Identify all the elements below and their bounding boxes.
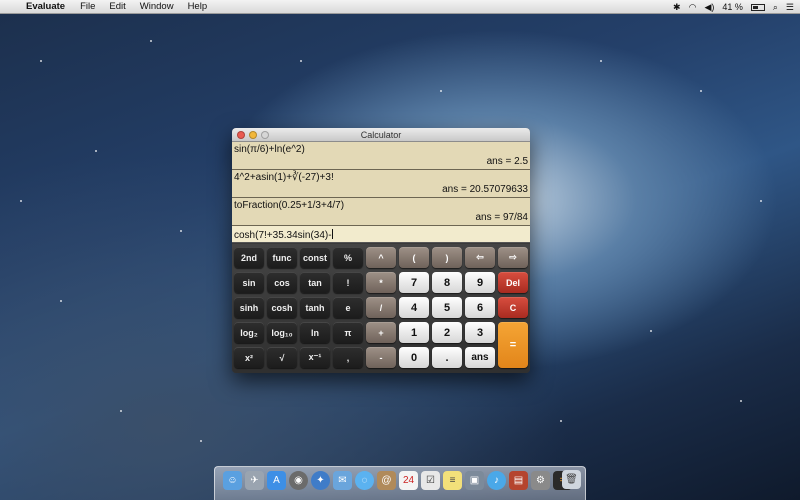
- key-3[interactable]: 3: [465, 322, 495, 343]
- photos-icon[interactable]: ▣: [465, 471, 484, 490]
- key-cosh[interactable]: cosh: [267, 297, 297, 318]
- books-icon[interactable]: ▤: [509, 471, 528, 490]
- safari-icon[interactable]: ✦: [311, 471, 330, 490]
- zoom-window-button[interactable]: [261, 131, 269, 139]
- history-expression: sin(π/6)+ln(e^2): [234, 144, 305, 155]
- notes-icon[interactable]: ≡: [443, 471, 462, 490]
- key-power[interactable]: ^: [366, 247, 396, 268]
- key-percent[interactable]: %: [333, 247, 363, 268]
- key-square[interactable]: x²: [234, 347, 264, 368]
- launchpad-icon[interactable]: ✈: [245, 471, 264, 490]
- menu-file[interactable]: File: [73, 1, 102, 12]
- expression-input[interactable]: cosh(7!+35.34sin(34)-: [232, 226, 530, 243]
- menu-edit[interactable]: Edit: [102, 1, 132, 12]
- key-6[interactable]: 6: [465, 297, 495, 318]
- history-expression: toFraction(0.25+1/3+4/7): [234, 200, 345, 211]
- bluetooth-icon[interactable]: ✱: [673, 2, 681, 13]
- menu-help[interactable]: Help: [181, 1, 215, 12]
- volume-icon[interactable]: ◀): [704, 2, 714, 13]
- key-2[interactable]: 2: [432, 322, 462, 343]
- key-7[interactable]: 7: [399, 272, 429, 293]
- history-entry[interactable]: toFraction(0.25+1/3+4/7) ans = 97/84: [232, 198, 530, 226]
- mail-icon[interactable]: ✉: [333, 471, 352, 490]
- wifi-icon[interactable]: ◠: [689, 2, 697, 13]
- key-0[interactable]: 0: [399, 347, 429, 368]
- key-minus[interactable]: -: [366, 347, 396, 368]
- key-reciprocal[interactable]: x⁻¹: [300, 347, 330, 368]
- battery-icon[interactable]: [750, 3, 765, 11]
- history-entry[interactable]: sin(π/6)+ln(e^2) ans = 2.5: [232, 142, 530, 170]
- menu-window[interactable]: Window: [133, 1, 181, 12]
- history-answer: ans = 97/84: [475, 212, 528, 223]
- key-tan[interactable]: tan: [300, 272, 330, 293]
- key-cursor-right[interactable]: ⇨: [498, 247, 528, 268]
- key-1[interactable]: 1: [399, 322, 429, 343]
- history-entry[interactable]: 4^2+asin(1)+∛(-27)+3! ans = 20.57079633: [232, 170, 530, 198]
- minimize-window-button[interactable]: [249, 131, 257, 139]
- key-sinh[interactable]: sinh: [234, 297, 264, 318]
- key-ans[interactable]: ans: [465, 347, 495, 368]
- key-plus[interactable]: +: [366, 322, 396, 343]
- trash-icon[interactable]: 🗑: [562, 470, 581, 489]
- window-title: Calculator: [360, 130, 402, 140]
- key-delete[interactable]: Del: [498, 272, 528, 293]
- expression-input-text: cosh(7!+35.34sin(34)-: [234, 230, 332, 241]
- key-sqrt[interactable]: √: [267, 347, 297, 368]
- menu-app-name[interactable]: Evaluate: [22, 1, 73, 12]
- key-cursor-left[interactable]: ⇦: [465, 247, 495, 268]
- history-answer: ans = 20.57079633: [442, 184, 528, 195]
- battery-percent[interactable]: 41 %: [722, 2, 743, 12]
- key-multiply[interactable]: *: [366, 272, 396, 293]
- reminders-icon[interactable]: ☑: [421, 471, 440, 490]
- key-divide[interactable]: /: [366, 297, 396, 318]
- calculator-window: Calculator sin(π/6)+ln(e^2) ans = 2.5 4^…: [232, 128, 530, 373]
- window-titlebar[interactable]: Calculator: [232, 128, 530, 142]
- system-preferences-icon[interactable]: ⚙: [531, 471, 550, 490]
- key-9[interactable]: 9: [465, 272, 495, 293]
- calendar-icon[interactable]: 24: [399, 471, 418, 490]
- key-e[interactable]: e: [333, 297, 363, 318]
- key-2nd[interactable]: 2nd: [234, 247, 264, 268]
- itunes-icon[interactable]: ♪: [487, 471, 506, 490]
- text-caret: [331, 229, 333, 239]
- key-ln[interactable]: ln: [300, 322, 330, 343]
- key-decimal[interactable]: .: [432, 347, 462, 368]
- spotlight-icon[interactable]: ⌕: [773, 2, 778, 13]
- contacts-icon[interactable]: @: [377, 471, 396, 490]
- finder-icon[interactable]: ☺: [223, 471, 242, 490]
- key-tanh[interactable]: tanh: [300, 297, 330, 318]
- messages-icon[interactable]: ◌: [355, 471, 374, 490]
- notification-center-icon[interactable]: ☰: [786, 2, 794, 13]
- menu-bar: Evaluate File Edit Window Help ✱ ◠ ◀) 41…: [0, 0, 800, 14]
- key-open-paren[interactable]: (: [399, 247, 429, 268]
- key-const[interactable]: const: [300, 247, 330, 268]
- key-close-paren[interactable]: ): [432, 247, 462, 268]
- key-equals[interactable]: =: [498, 322, 528, 368]
- keypad: 2nd func const % ^ ( ) ⇦ ⇨ sin cos tan !…: [232, 244, 530, 373]
- history-panel: sin(π/6)+ln(e^2) ans = 2.5 4^2+asin(1)+∛…: [232, 142, 530, 243]
- history-answer: ans = 2.5: [486, 156, 528, 167]
- key-factorial[interactable]: !: [333, 272, 363, 293]
- dashboard-icon[interactable]: ◉: [289, 471, 308, 490]
- key-log10[interactable]: log₁₀: [267, 322, 297, 343]
- close-window-button[interactable]: [237, 131, 245, 139]
- key-log2[interactable]: log₂: [234, 322, 264, 343]
- dock: ☺ ✈ A ◉ ✦ ✉ ◌ @ 24 ☑ ≡ ▣ ♪ ▤ ⚙ =: [214, 466, 586, 500]
- key-pi[interactable]: π: [333, 322, 363, 343]
- key-8[interactable]: 8: [432, 272, 462, 293]
- history-expression: 4^2+asin(1)+∛(-27)+3!: [234, 172, 334, 183]
- key-comma[interactable]: ,: [333, 347, 363, 368]
- key-cos[interactable]: cos: [267, 272, 297, 293]
- key-5[interactable]: 5: [432, 297, 462, 318]
- key-func[interactable]: func: [267, 247, 297, 268]
- key-4[interactable]: 4: [399, 297, 429, 318]
- key-sin[interactable]: sin: [234, 272, 264, 293]
- app-store-icon[interactable]: A: [267, 471, 286, 490]
- key-clear[interactable]: C: [498, 297, 528, 318]
